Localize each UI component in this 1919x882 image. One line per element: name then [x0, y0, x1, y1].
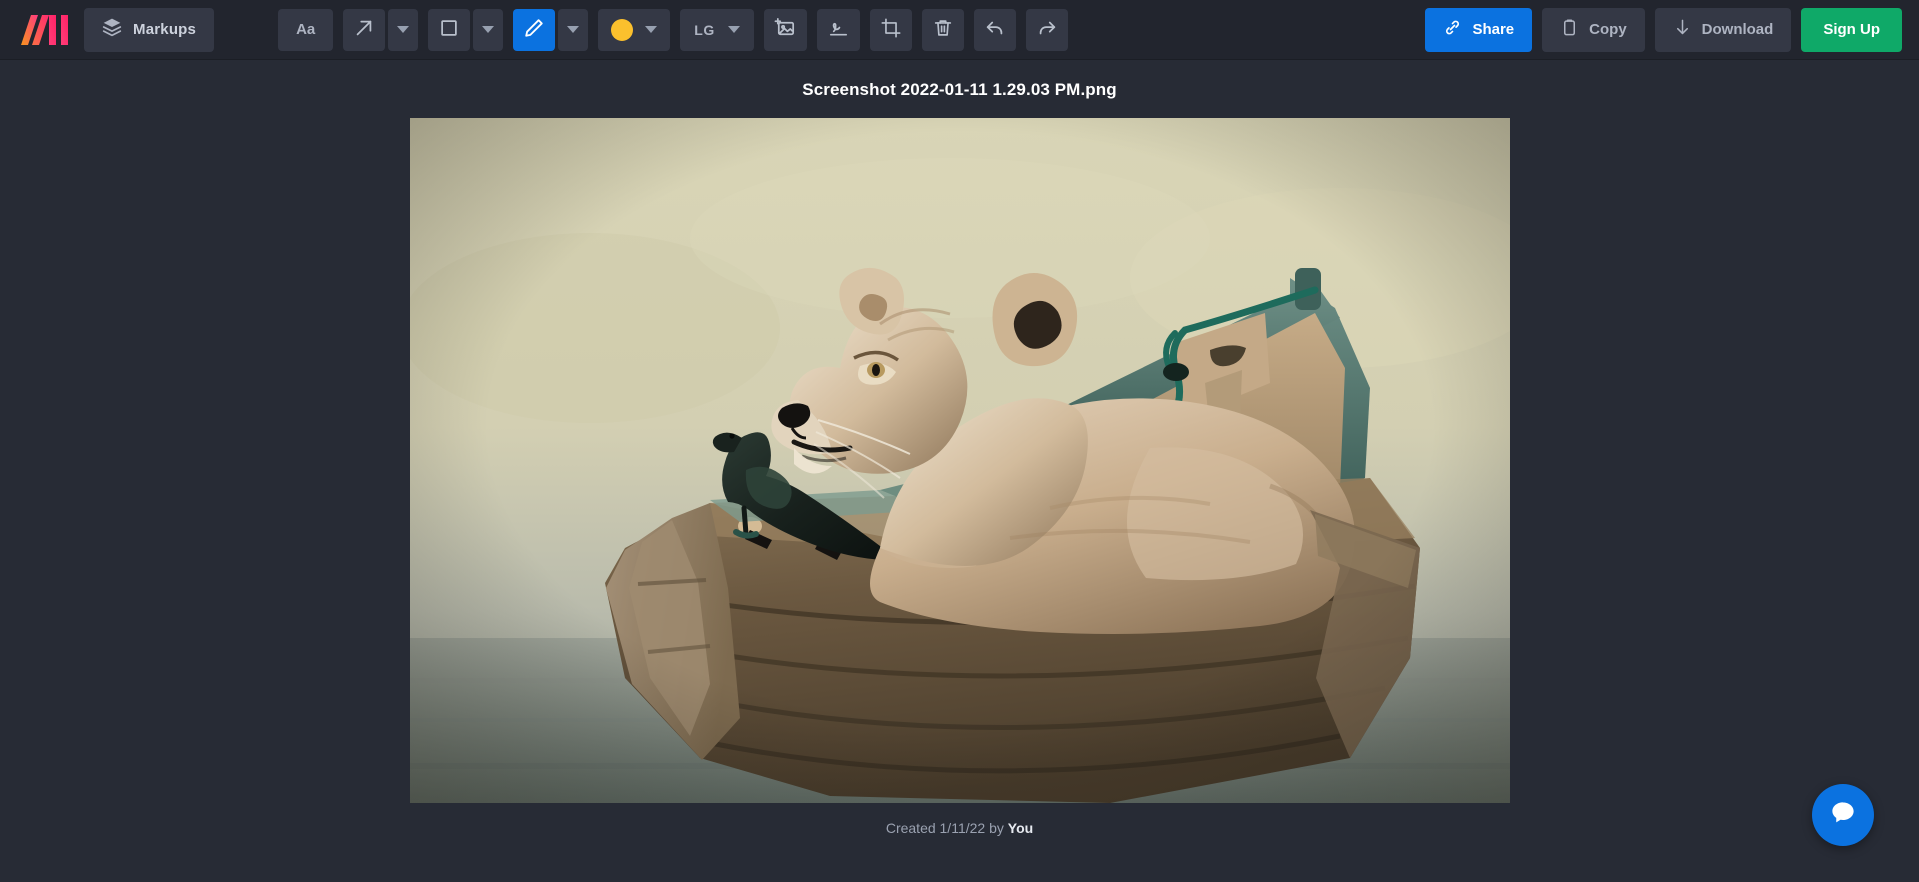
download-arrow-icon	[1673, 18, 1692, 41]
rect-tool-group	[428, 8, 504, 51]
undo-icon	[984, 17, 1006, 43]
signup-button[interactable]: Sign Up	[1801, 7, 1902, 52]
size-picker-button[interactable]: LG	[680, 8, 754, 51]
created-author: You	[1007, 820, 1034, 836]
rect-tool-dropdown[interactable]	[473, 8, 504, 51]
clipboard-icon	[1560, 18, 1579, 41]
crop-button[interactable]	[869, 8, 912, 51]
lioness-in-boat-photo	[409, 118, 1510, 803]
color-swatch	[611, 18, 634, 41]
chevron-down-icon	[397, 26, 410, 33]
size-label: LG	[694, 21, 715, 38]
arrow-tool-dropdown[interactable]	[388, 8, 419, 51]
square-icon	[438, 17, 460, 43]
pen-tool-dropdown[interactable]	[558, 8, 589, 51]
toolbar-left-group: Markups	[0, 7, 215, 52]
rect-tool-button[interactable]	[428, 8, 471, 51]
arrow-icon	[353, 17, 375, 43]
add-image-button[interactable]	[763, 8, 807, 51]
pencil-icon	[523, 17, 545, 43]
top-toolbar: Markups Aa LG Share Copy Download Sign U…	[0, 0, 1919, 60]
page-title: Screenshot 2022-01-11 1.29.03 PM.png	[802, 80, 1117, 99]
chevron-down-icon	[482, 26, 495, 33]
chat-button[interactable]	[1812, 784, 1874, 846]
text-tool-button[interactable]: Aa	[278, 8, 334, 51]
redo-button[interactable]	[1025, 8, 1068, 51]
markups-label: Markups	[133, 21, 197, 38]
chevron-down-icon	[727, 26, 740, 33]
markup-hero-logo[interactable]	[18, 11, 70, 49]
trash-icon	[932, 17, 954, 43]
share-button[interactable]: Share	[1425, 7, 1533, 52]
copy-button[interactable]: Copy	[1542, 7, 1645, 52]
arrow-tool-group	[343, 8, 419, 51]
color-picker-button[interactable]	[598, 8, 671, 51]
pen-tool-button[interactable]	[513, 8, 556, 51]
download-label: Download	[1701, 21, 1774, 38]
image-canvas[interactable]	[409, 118, 1510, 803]
link-icon	[1443, 18, 1462, 41]
toolbar-actions-group: Share Copy Download Sign Up	[1425, 7, 1919, 52]
chevron-down-icon	[645, 26, 658, 33]
created-prefix: Created 1/11/22 by	[885, 820, 1008, 836]
share-label: Share	[1472, 21, 1515, 38]
signature-button[interactable]	[816, 8, 860, 51]
add-image-icon	[774, 16, 797, 43]
toolbar-tools-group: Aa LG	[278, 8, 1068, 51]
arrow-tool-button[interactable]	[343, 8, 386, 51]
undo-button[interactable]	[973, 8, 1016, 51]
chat-bubble-icon	[1828, 798, 1858, 833]
layers-icon	[102, 17, 122, 42]
main-stage: Screenshot 2022-01-11 1.29.03 PM.png Cre…	[0, 60, 1919, 882]
copy-label: Copy	[1589, 21, 1627, 38]
markups-button[interactable]: Markups	[84, 7, 215, 52]
download-button[interactable]: Download	[1654, 7, 1792, 52]
crop-icon	[880, 17, 902, 43]
created-by-note: Created 1/11/22 by You	[886, 820, 1033, 836]
redo-icon	[1036, 17, 1058, 43]
pen-tool-group	[513, 8, 589, 51]
delete-button[interactable]	[921, 8, 964, 51]
signature-icon	[827, 16, 850, 43]
chevron-down-icon	[567, 26, 580, 33]
